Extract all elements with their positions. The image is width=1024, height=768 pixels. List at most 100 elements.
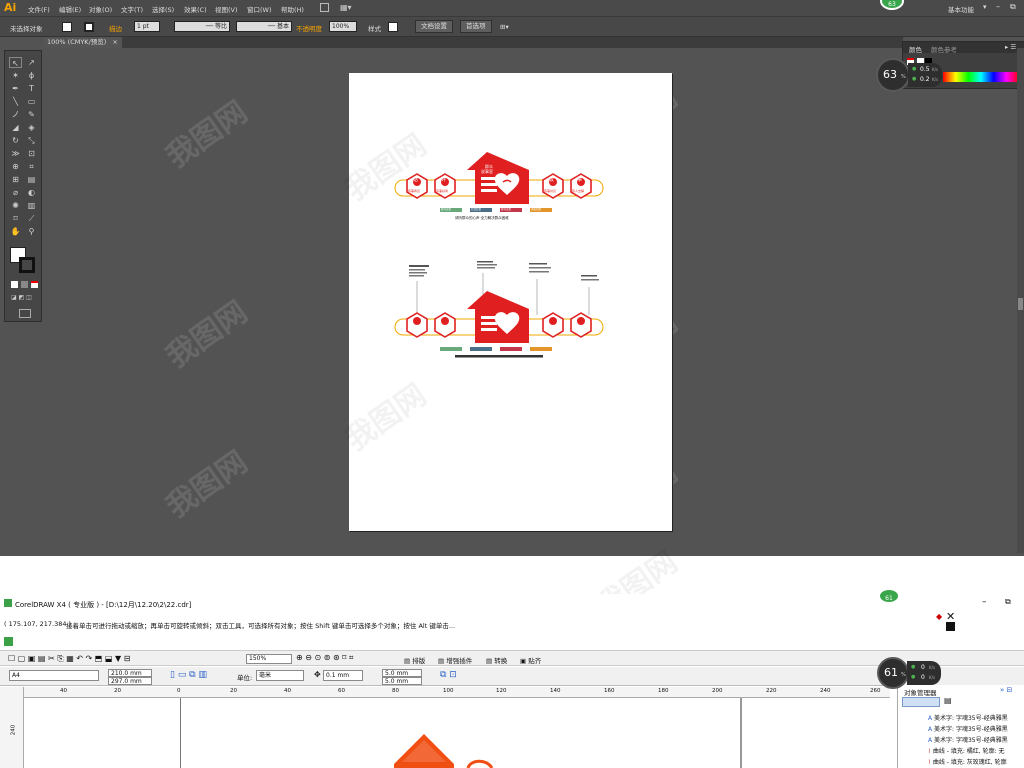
artboard-tool-icon[interactable]: ⌑	[9, 213, 22, 224]
scroll-thumb[interactable]	[1018, 298, 1023, 310]
cd-artwork-preview[interactable]	[380, 734, 500, 768]
lasso-tool-icon[interactable]: ϕ	[25, 70, 38, 81]
vertical-scrollbar[interactable]	[1017, 48, 1024, 553]
shape-builder-tool-icon[interactable]: ⊕	[9, 161, 22, 172]
menu-file[interactable]: 文件(F)	[28, 4, 50, 14]
object-row-5[interactable]: ⌇ 曲线 - 填充: 灰玫瑰红, 轮廓	[928, 757, 1007, 766]
stroke-swatch[interactable]	[84, 22, 94, 32]
rotate-tool-icon[interactable]: ↻	[9, 135, 22, 146]
zoom-tool-icon[interactable]: ⚲	[25, 226, 38, 237]
scale-tool-icon[interactable]: ⤡	[25, 135, 38, 146]
align-menu-icon[interactable]: ⊞▾	[500, 23, 509, 31]
object-row-2[interactable]: A 美术字: 字魂35号-经典雅黑	[928, 724, 1008, 733]
draw-modes-icon[interactable]: ◪ ◩ ◫	[11, 294, 39, 301]
object-manager-view-icons[interactable]	[902, 697, 940, 707]
page-size-select[interactable]: A4	[9, 670, 99, 681]
page-options-icons[interactable]: ⧉ ⊡	[440, 670, 457, 680]
type-tool-icon[interactable]: T	[25, 83, 38, 94]
color-mode-icon[interactable]	[11, 281, 18, 288]
cd-drawing-canvas[interactable]	[25, 698, 890, 768]
free-transform-tool-icon[interactable]: ⊡	[25, 148, 38, 159]
object-row-4[interactable]: ⌇ 曲线 - 填充: 橘红, 轮廓: 无	[928, 746, 1005, 755]
perspective-grid-tool-icon[interactable]: ⌗	[25, 161, 38, 172]
fill-swatch[interactable]	[62, 22, 72, 32]
menu-view[interactable]: 视图(V)	[215, 4, 238, 14]
panel-menu-icon[interactable]: ▸ ☰	[1005, 43, 1016, 51]
rectangle-tool-icon[interactable]: ▭	[25, 96, 38, 107]
layer-manager-icon[interactable]: ▤	[944, 696, 952, 705]
width-tool-icon[interactable]: ≫	[9, 148, 22, 159]
enhance-plugin-button[interactable]: ▤ 增强插件	[438, 655, 472, 665]
pen-tool-icon[interactable]: ✒	[9, 83, 22, 94]
duplicate-x-field[interactable]: 5.0 mm	[382, 669, 422, 677]
artboard[interactable]: 我图网 我图网 话 评 议 事 有事商议 有事好商 有事共议 有人去解 群众 说…	[339, 73, 672, 531]
duplicate-y-field[interactable]: 5.0 mm	[382, 677, 422, 685]
direct-selection-tool-icon[interactable]: ↗	[25, 57, 38, 68]
standard-toolbar-icons[interactable]: ☐ ▢ ▣ ▤ ✂ ⎘ ▦ ↶ ↷ ⬒ ⬓ ▼ ⊟	[8, 654, 130, 664]
nudge-distance-field[interactable]: 0.1 mm	[323, 670, 363, 681]
menu-window[interactable]: 窗口(W)	[247, 4, 272, 14]
menu-object[interactable]: 对象(O)	[89, 4, 112, 14]
culture-wall-design-2[interactable]	[393, 259, 605, 365]
brush-definition[interactable]: ── 基本	[236, 21, 292, 32]
close-tab-icon[interactable]: ×	[112, 38, 117, 46]
page-width-field[interactable]: 210.0 mm	[108, 669, 152, 677]
bridge-icon[interactable]	[320, 3, 329, 12]
zoom-level-field[interactable]: 150%	[246, 654, 292, 664]
units-select[interactable]: 毫米	[256, 670, 304, 681]
workspace-dropdown-icon[interactable]: ▾	[983, 3, 987, 11]
orientation-icons[interactable]: ▯ ▭ ⧉ ▥	[170, 670, 207, 680]
column-graph-tool-icon[interactable]: ▥	[25, 200, 38, 211]
eyedropper-tool-icon[interactable]: ⌀	[9, 187, 22, 198]
cd-restore-icon[interactable]: ⧉	[1005, 597, 1011, 607]
tab-color[interactable]: 颜色	[909, 44, 922, 54]
document-tab[interactable]: 100% (CMYK/预览) ×	[43, 37, 122, 48]
slice-tool-icon[interactable]: ⟋	[25, 213, 38, 224]
stroke-label[interactable]: 描边	[109, 23, 122, 33]
tab-color-guide[interactable]: 颜色参考	[931, 44, 957, 54]
object-row-3[interactable]: A 美术字: 字魂35号-经典雅黑	[928, 735, 1008, 744]
eraser-tool-icon[interactable]: ◈	[25, 122, 38, 133]
preferences-button[interactable]: 首选项	[460, 20, 492, 33]
graphic-style-swatch[interactable]	[388, 22, 398, 32]
menu-effect[interactable]: 效果(C)	[184, 4, 207, 14]
menu-edit[interactable]: 编辑(E)	[59, 4, 81, 14]
color-spectrum[interactable]	[943, 72, 1019, 82]
blend-tool-icon[interactable]: ◐	[25, 187, 38, 198]
symbol-sprayer-tool-icon[interactable]: ✺	[9, 200, 22, 211]
paintbrush-tool-icon[interactable]: ノ	[9, 109, 22, 120]
minimize-icon[interactable]: –	[996, 2, 1000, 11]
arrange-documents-icon[interactable]: ▦▾	[340, 3, 354, 12]
stroke-color-box[interactable]	[19, 257, 35, 273]
selection-tool-icon[interactable]: ↖	[9, 57, 22, 68]
line-tool-icon[interactable]: ╲	[9, 96, 22, 107]
vertical-ruler[interactable]: 240	[0, 687, 24, 768]
restore-icon[interactable]: ⧉	[1010, 2, 1016, 12]
document-setup-button[interactable]: 文档设置	[415, 20, 453, 33]
layout-plugin-button[interactable]: ▤ 排版	[404, 655, 425, 665]
menu-help[interactable]: 帮助(H)	[281, 4, 304, 14]
cd-minimize-icon[interactable]: –	[982, 597, 987, 607]
opacity-field[interactable]: 100%	[329, 21, 357, 32]
menu-select[interactable]: 选择(S)	[152, 4, 174, 14]
gradient-tool-icon[interactable]: ▤	[25, 174, 38, 185]
menu-type[interactable]: 文字(T)	[121, 4, 143, 14]
workspace-switcher[interactable]: 基本功能	[948, 4, 974, 14]
culture-wall-design-1[interactable]: 话 评 议 事 有事商议 有事好商 有事共议 有人去解 群众 说事室 群众说事 …	[393, 152, 605, 224]
docker-expand-icon[interactable]: » ⊟	[1000, 686, 1012, 694]
magic-wand-tool-icon[interactable]: ✶	[9, 70, 22, 81]
gradient-mode-icon[interactable]	[21, 281, 28, 288]
none-mode-icon[interactable]	[31, 281, 38, 288]
network-monitor-widget[interactable]: 63 %	[876, 58, 910, 92]
stroke-weight-field[interactable]: 1 pt	[134, 21, 160, 32]
page-height-field[interactable]: 297.0 mm	[108, 677, 152, 685]
variable-width-profile[interactable]: ── 等比	[174, 21, 230, 32]
zoom-tools-icons[interactable]: ⊕ ⊖ ⊙ ⊚ ⊛ ⌑ ⌗	[296, 653, 353, 663]
object-row-1[interactable]: A 美术字: 字魂35号-经典雅黑	[928, 713, 1008, 722]
pencil-tool-icon[interactable]: ✎	[25, 109, 38, 120]
mesh-tool-icon[interactable]: ⊞	[9, 174, 22, 185]
network-monitor-widget-cd[interactable]: 61 %	[877, 657, 909, 689]
blob-brush-tool-icon[interactable]: ◢	[9, 122, 22, 133]
hand-tool-icon[interactable]: ✋	[9, 226, 22, 237]
screen-mode-icon[interactable]	[19, 309, 31, 318]
